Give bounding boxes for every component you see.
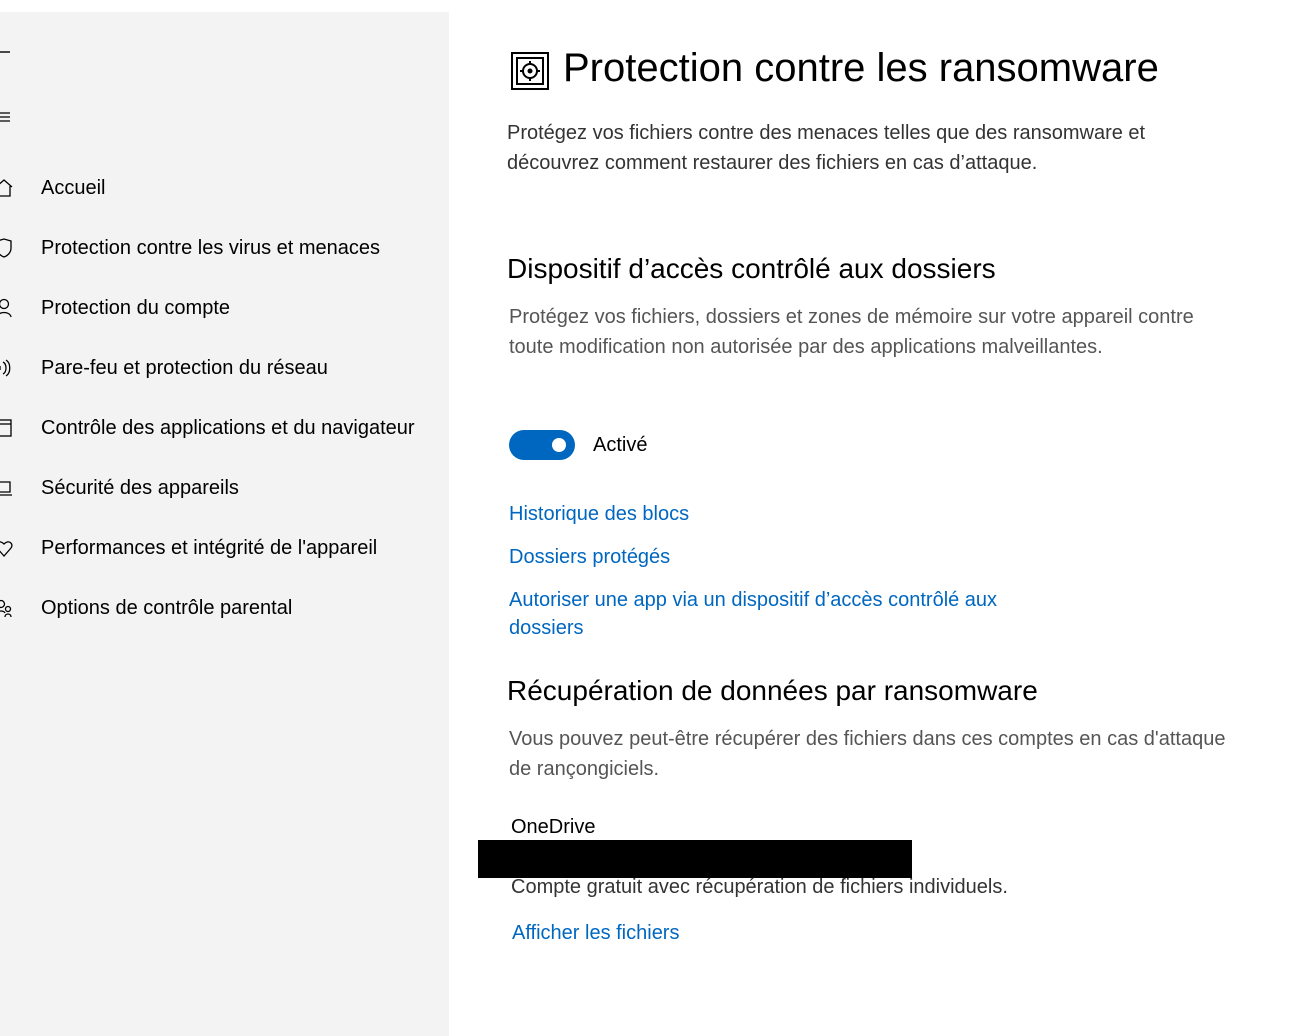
sidebar-item-label: Accueil xyxy=(41,177,106,199)
sidebar-item-device-security[interactable]: Sécurité des appareils xyxy=(0,468,449,508)
app-window-icon xyxy=(0,417,14,439)
main-content: Protection contre les ransomware Protége… xyxy=(449,0,1312,1036)
recovery-section-description: Vous pouvez peut-être récupérer des fich… xyxy=(509,728,1226,780)
sidebar-item-virus-protection[interactable]: Protection contre les virus et menaces xyxy=(0,228,449,268)
protected-folders-link[interactable]: Dossiers protégés xyxy=(509,543,670,571)
home-icon xyxy=(0,177,14,199)
allow-app-link[interactable]: Autoriser une app via un dispositif d’ac… xyxy=(509,586,1049,642)
redacted-account-block xyxy=(478,840,912,878)
onedrive-provider-name: OneDrive xyxy=(511,816,596,838)
sidebar-item-app-browser-control[interactable]: Contrôle des applications et du navigate… xyxy=(0,408,449,448)
menu-button[interactable] xyxy=(0,106,20,130)
sidebar-item-home[interactable]: Accueil xyxy=(0,168,449,208)
heart-icon xyxy=(0,537,14,559)
back-arrow-icon xyxy=(0,51,20,68)
sidebar-item-label: Protection du compte xyxy=(41,297,230,319)
sidebar-item-label: Protection contre les virus et menaces xyxy=(41,237,381,259)
toggle-knob xyxy=(552,438,566,452)
recovery-section-title: Récupération de données par ransomware xyxy=(507,675,1038,706)
sidebar-item-label: Options de contrôle parental xyxy=(41,597,293,619)
onedrive-account-description: Compte gratuit avec récupération de fich… xyxy=(511,876,1008,898)
sidebar-item-label: Contrôle des applications et du navigate… xyxy=(41,417,415,439)
sidebar-item-label: Performances et intégrité de l'appareil xyxy=(41,537,378,559)
view-files-link[interactable]: Afficher les fichiers xyxy=(512,919,679,947)
cfa-section-description: Protégez vos fichiers, dossiers et zones… xyxy=(509,306,1194,358)
shield-icon xyxy=(0,237,14,259)
cfa-toggle-label: Activé xyxy=(593,434,648,456)
ransomware-vault-icon xyxy=(511,52,549,90)
person-icon xyxy=(0,297,14,319)
block-history-link[interactable]: Historique des blocs xyxy=(509,500,689,528)
sidebar-item-device-performance[interactable]: Performances et intégrité de l'appareil xyxy=(0,528,449,568)
sidebar-item-firewall[interactable]: Pare-feu et protection du réseau xyxy=(0,348,449,388)
back-button[interactable] xyxy=(0,40,20,64)
sidebar-item-label: Pare-feu et protection du réseau xyxy=(41,357,328,379)
sidebar: Accueil Protection contre les virus et m… xyxy=(0,12,449,1036)
cfa-toggle-switch[interactable] xyxy=(509,430,575,460)
cfa-section-title: Dispositif d’accès contrôlé aux dossiers xyxy=(507,253,996,284)
page-description: Protégez vos fichiers contre des menaces… xyxy=(507,122,1146,174)
hamburger-icon xyxy=(0,112,20,134)
family-icon xyxy=(0,597,14,619)
page-title: Protection contre les ransomware xyxy=(563,46,1159,90)
sidebar-item-account-protection[interactable]: Protection du compte xyxy=(0,288,449,328)
wifi-icon xyxy=(0,357,14,379)
sidebar-item-label: Sécurité des appareils xyxy=(41,477,239,499)
laptop-icon xyxy=(0,477,14,499)
sidebar-item-family-options[interactable]: Options de contrôle parental xyxy=(0,588,449,628)
